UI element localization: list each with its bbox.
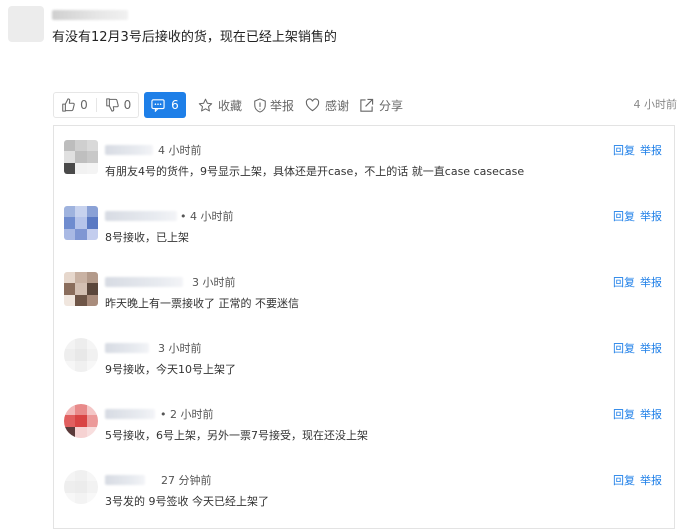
commenter-avatar[interactable] (64, 140, 98, 174)
thumbs-down-icon (105, 98, 119, 112)
comment-text: 3号发的 9号签收 今天已经上架了 (105, 495, 269, 508)
comment-text: 有朋友4号的货件，9号显示上架，具体还是开case，不上的话 就一直case c… (105, 165, 525, 178)
commenter-avatar[interactable] (64, 470, 98, 504)
share-label: 分享 (379, 98, 404, 113)
comment-actions: 回复 举报 (613, 472, 662, 488)
comment-list: 4 小时前 有朋友4号的货件，9号显示上架，具体还是开case，不上的话 就一直… (53, 125, 675, 529)
share-button[interactable]: 分享 (359, 92, 403, 118)
comment-item: • 2 小时前 5号接收，6号上架，另外一票7号接受，现在还没上架 回复 举报 (54, 390, 674, 456)
report-link[interactable]: 举报 (640, 408, 662, 421)
comment-item: 4 小时前 有朋友4号的货件，9号显示上架，具体还是开case，不上的话 就一直… (54, 126, 674, 192)
commenter-name-redacted (105, 343, 149, 353)
comment-text: 9号接收，今天10号上架了 (105, 363, 236, 376)
commenter-avatar[interactable] (64, 404, 98, 438)
comment-actions: 回复 举报 (613, 208, 662, 224)
comment-button[interactable]: 6 (144, 92, 186, 118)
comment-icon (151, 98, 165, 112)
comment-item: 3 小时前 9号接收，今天10号上架了 回复 举报 (54, 324, 674, 390)
report-link[interactable]: 举报 (640, 474, 662, 487)
commenter-avatar[interactable] (64, 338, 98, 372)
favorite-button[interactable]: 收藏 (198, 92, 242, 118)
thumbs-up-icon (61, 98, 75, 112)
heart-icon (305, 98, 320, 112)
share-icon (359, 98, 374, 113)
thanks-button[interactable]: 感谢 (305, 92, 349, 118)
commenter-name-redacted (105, 145, 153, 155)
commenter-name-redacted (105, 409, 155, 419)
post-action-bar: 0 0 6 收藏 举报 感谢 分享 4 小时前 (53, 92, 677, 118)
comment-actions: 回复 举报 (613, 340, 662, 356)
comment-actions: 回复 举报 (613, 142, 662, 158)
favorite-label: 收藏 (218, 98, 243, 113)
report-link[interactable]: 举报 (640, 210, 662, 223)
reply-link[interactable]: 回复 (613, 144, 635, 157)
comment-count: 6 (171, 98, 179, 112)
post-title: 有没有12月3号后接收的货，现在已经上架销售的 (52, 30, 337, 45)
reply-link[interactable]: 回复 (613, 342, 635, 355)
shield-icon (253, 97, 267, 113)
report-link[interactable]: 举报 (640, 144, 662, 157)
like-button[interactable]: 0 (53, 92, 96, 118)
comment-item: 27 分钟前 3号发的 9号签收 今天已经上架了 回复 举报 (54, 456, 674, 522)
reply-link[interactable]: 回复 (613, 408, 635, 421)
comment-text: 昨天晚上有一票接收了 正常的 不要迷信 (105, 297, 299, 310)
report-button[interactable]: 举报 (253, 92, 294, 118)
comment-actions: 回复 举报 (613, 274, 662, 290)
reply-link[interactable]: 回复 (613, 276, 635, 289)
commenter-name-redacted (105, 277, 183, 287)
commenter-name-redacted (105, 211, 177, 221)
post-header: 有没有12月3号后接收的货，现在已经上架销售的 (8, 6, 688, 46)
dislike-button[interactable]: 0 (97, 92, 139, 118)
comment-text: 5号接收，6号上架，另外一票7号接受，现在还没上架 (105, 429, 368, 442)
thanks-label: 感谢 (325, 98, 350, 113)
reply-link[interactable]: 回复 (613, 474, 635, 487)
dislike-count: 0 (123, 98, 132, 112)
author-name-redacted (52, 10, 128, 20)
comment-actions: 回复 举报 (613, 406, 662, 422)
comment-time: • 2 小时前 (160, 408, 214, 421)
star-icon (198, 98, 213, 113)
post-time: 4 小时前 (633, 98, 678, 111)
comment-text: 8号接收，已上架 (105, 231, 189, 244)
comment-time: 3 小时前 (158, 342, 202, 355)
comment-time: 27 分钟前 (161, 474, 212, 487)
reply-link[interactable]: 回复 (613, 210, 635, 223)
comment-time: • 4 小时前 (180, 210, 234, 223)
commenter-avatar[interactable] (64, 272, 98, 306)
comment-item: • 4 小时前 8号接收，已上架 回复 举报 (54, 192, 674, 258)
report-link[interactable]: 举报 (640, 276, 662, 289)
comment-time: 4 小时前 (158, 144, 202, 157)
comment-time: 3 小时前 (192, 276, 236, 289)
like-count: 0 (80, 98, 88, 112)
commenter-avatar[interactable] (64, 206, 98, 240)
report-link[interactable]: 举报 (640, 342, 662, 355)
comment-item: 3 小时前 昨天晚上有一票接收了 正常的 不要迷信 回复 举报 (54, 258, 674, 324)
commenter-name-redacted (105, 475, 145, 485)
report-label: 举报 (270, 98, 295, 113)
author-avatar[interactable] (8, 6, 44, 42)
